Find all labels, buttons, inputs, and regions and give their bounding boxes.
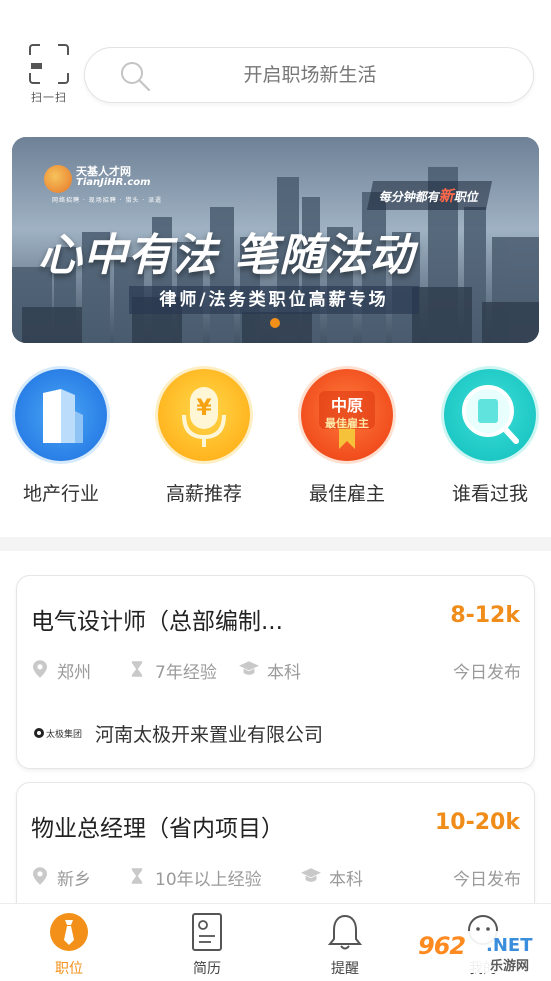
badge-icon: 中原 最佳雇主: [301, 369, 393, 461]
banner-subline: 律师/法务类职位高薪专场: [129, 286, 419, 314]
graduation-cap-icon: [239, 661, 259, 675]
watermark-net: .NET: [486, 935, 533, 956]
quick-entry-label: 最佳雇主: [308, 483, 385, 505]
location-pin-icon: [33, 660, 47, 678]
note-prefix: 每分钟都有: [378, 190, 442, 204]
tab-label: 简历: [193, 961, 221, 977]
search-input[interactable]: [185, 48, 435, 101]
promo-banner[interactable]: 天基人才网 TianJiHR.com 网络招聘 · 现场招聘 · 猎头 · 派遣…: [12, 137, 539, 343]
job-salary: 10-20k: [435, 810, 520, 835]
logo-mark-icon: [44, 165, 72, 193]
building-icon: [15, 369, 107, 461]
microphone-money-icon: ¥: [158, 369, 250, 461]
search-icon: [121, 62, 151, 92]
job-meta: 郑州 7年经验 本科 今日发布: [31, 658, 521, 683]
note-suffix: 职位: [453, 190, 481, 204]
tab-label: 提醒: [331, 961, 359, 977]
job-card[interactable]: 电气设计师（总部编制... 8-12k 郑州 7年经验 本科 今日发布 太极集团…: [16, 575, 535, 769]
job-experience: 10年以上经验: [155, 870, 262, 890]
graduation-cap-icon: [301, 868, 321, 882]
logo-tags: 网络招聘 · 现场招聘 · 猎头 · 派遣: [52, 197, 163, 204]
quick-entry-label: 谁看过我: [451, 483, 528, 505]
quick-entry-best-employer[interactable]: 中原 最佳雇主 最佳雇主: [287, 364, 407, 514]
badge-line1-text: 中原: [331, 396, 363, 415]
company-logo: 太极集团: [34, 728, 82, 740]
scan-label: 扫一扫: [31, 91, 67, 104]
tab-jobs[interactable]: 职位: [19, 904, 119, 981]
resume-icon: [187, 912, 227, 952]
search-bar[interactable]: [84, 47, 534, 103]
company-logo-text: 太极集团: [46, 728, 82, 740]
carousel-indicator-dot[interactable]: [270, 318, 280, 328]
company-name: 河南太极开来置业有限公司: [95, 724, 324, 746]
tie-icon: [49, 912, 89, 952]
job-meta: 新乡 10年以上经验 本科 今日发布: [31, 865, 521, 890]
hourglass-icon: [131, 661, 143, 677]
bell-icon: [325, 912, 365, 952]
banner-headline: 心中有法 笔随法动: [38, 230, 415, 281]
job-title: 电气设计师（总部编制...: [31, 609, 283, 635]
scan-button[interactable]: 扫一扫: [26, 44, 72, 106]
watermark-sub: 乐游网: [490, 959, 530, 974]
site-watermark: 962 .NET 乐游网: [412, 931, 548, 974]
job-education: 本科: [267, 663, 301, 683]
tab-label: 职位: [55, 961, 83, 977]
job-salary: 8-12k: [450, 603, 520, 628]
job-city: 郑州: [57, 663, 91, 683]
tab-resume[interactable]: 简历: [157, 904, 257, 981]
job-posted-time: 今日发布: [453, 870, 521, 890]
quick-entry-high-salary[interactable]: ¥ 高薪推荐: [144, 364, 264, 514]
job-education: 本科: [329, 870, 363, 890]
logo-url: TianJiHR.com: [76, 177, 151, 188]
quick-entry-label: 地产行业: [22, 483, 99, 505]
quick-entry-label: 高薪推荐: [165, 483, 242, 505]
job-posted-time: 今日发布: [453, 663, 521, 683]
quick-entry-who-viewed-me[interactable]: 谁看过我: [430, 364, 550, 514]
svg-text:¥: ¥: [196, 396, 212, 421]
quick-entry-real-estate[interactable]: 地产行业: [1, 364, 121, 514]
hourglass-icon: [131, 868, 143, 884]
quick-entries: 地产行业 ¥ 高薪推荐 中原 最佳雇主 最佳雇主 谁看过我: [0, 364, 551, 514]
company-row[interactable]: 太极集团 河南太极开来置业有限公司: [31, 720, 521, 746]
top-bar: 扫一扫: [0, 0, 551, 120]
magnifier-icon: [444, 369, 536, 461]
location-pin-icon: [33, 867, 47, 885]
tab-reminders[interactable]: 提醒: [295, 904, 395, 981]
watermark-number: 962: [418, 932, 466, 960]
scan-icon: [29, 44, 69, 84]
job-experience: 7年经验: [155, 663, 217, 683]
banner-note: 每分钟都有新职位: [366, 181, 493, 210]
badge-line2-text: 最佳雇主: [325, 416, 369, 430]
section-divider: [0, 537, 551, 551]
job-title: 物业总经理（省内项目）: [31, 816, 284, 842]
job-city: 新乡: [57, 870, 91, 890]
